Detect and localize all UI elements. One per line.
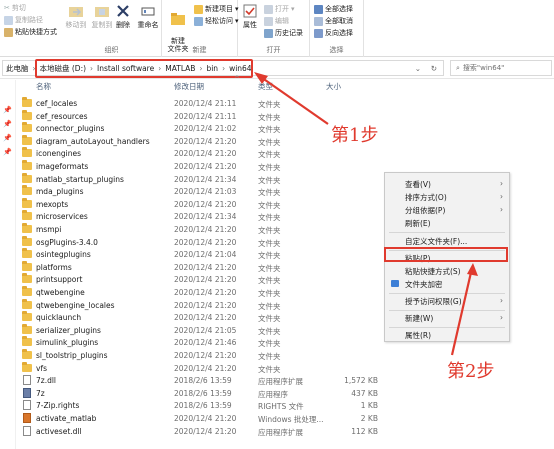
step2-arrow-line bbox=[450, 267, 474, 356]
step1-label: 第1步 bbox=[331, 125, 379, 146]
step1-arrowhead bbox=[254, 72, 268, 84]
step1-arrow-line bbox=[257, 74, 329, 125]
step2-label: 第2步 bbox=[447, 361, 495, 382]
step2-arrowhead bbox=[467, 263, 478, 276]
